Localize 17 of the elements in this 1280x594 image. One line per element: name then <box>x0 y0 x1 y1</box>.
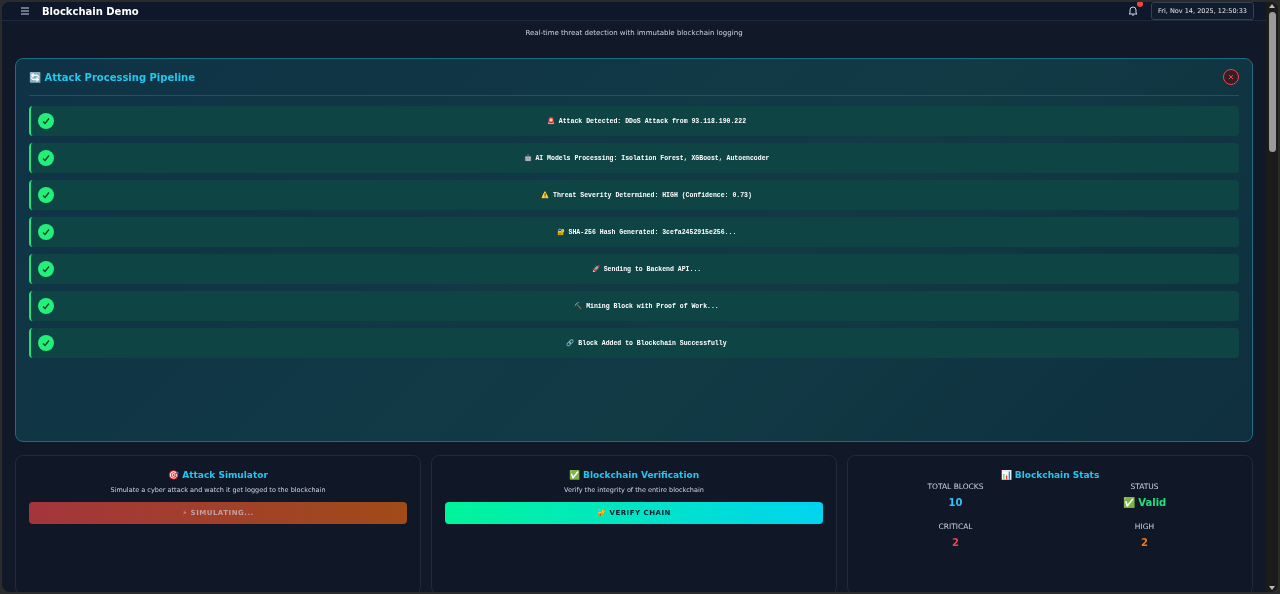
card-title: ✅ Blockchain Verification <box>568 470 700 480</box>
close-icon <box>1228 74 1234 80</box>
scrollbar[interactable] <box>1266 2 1278 592</box>
close-button[interactable] <box>1223 69 1239 85</box>
card-title: 📊 Blockchain Stats <box>1000 470 1100 480</box>
notification-bell-icon[interactable] <box>1127 5 1140 17</box>
stat-value: 10 <box>948 497 963 508</box>
scroll-thumb[interactable] <box>1268 12 1276 152</box>
scroll-up-arrow-icon[interactable] <box>1268 2 1276 10</box>
stat-value: ✅ Valid <box>1122 497 1167 508</box>
card-title: 🎯 Attack Simulator <box>168 470 268 480</box>
stat-value: 2 <box>952 537 959 548</box>
stat-value: 2 <box>1141 537 1148 548</box>
menu-icon[interactable] <box>20 6 30 16</box>
scroll-down-arrow-icon[interactable] <box>1268 584 1276 592</box>
app-title: Blockchain Demo <box>42 5 139 17</box>
pipeline-title: 🔄 Attack Processing Pipeline <box>29 71 195 83</box>
